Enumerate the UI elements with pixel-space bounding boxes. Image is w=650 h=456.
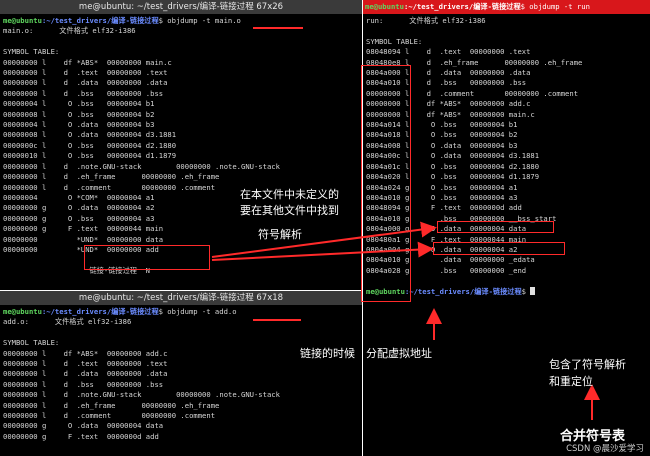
prompt-path: :~/test_drivers/编译-链接过程 [404,286,522,296]
annotation-undefined-1: 在本文件中未定义的 [240,188,339,201]
box-addresses [361,65,411,302]
command-text: $ objdump -t run [520,2,590,11]
terminal-title: me@ubuntu: ~/test_drivers/编译-链接过程 67x18 [78,293,284,303]
prompt-path: :~/test_drivers/编译-链接过程 [41,307,159,316]
box-add-symbol [437,221,554,233]
terminal-output: me@ubuntu:~/test_drivers/编译-链接过程$ objdum… [0,14,362,276]
terminal-add-o[interactable]: me@ubuntu: ~/test_drivers/编译-链接过程 67x18 … [0,291,362,456]
command-text: $ objdump -t main.o [158,16,241,25]
terminal-title: me@ubuntu: ~/test_drivers/编译-链接过程 67x26 [78,2,284,12]
annotation-alloc-vaddr: 分配虚拟地址 [366,347,432,360]
underline-add-o [253,319,301,321]
prompt-path: :~/test_drivers/编译-链接过程 [41,16,159,25]
terminal-title-bar[interactable]: me@ubuntu:~/test_drivers/编译-链接过程$ objdum… [363,0,650,14]
annotation-symbol-resolve: 符号解析 [258,228,302,241]
command-text: $ objdump -t add.o [158,307,237,316]
terminal-title-bar[interactable]: me@ubuntu: ~/test_drivers/编译-链接过程 67x18 [0,291,362,305]
command-text: $ [521,286,531,296]
text-cursor [530,286,536,295]
underline-main-o [253,27,303,29]
annotation-link-time: 链接的时候 [300,347,355,360]
annotation-undefined-2: 要在其他文件中找到 [240,204,339,217]
prompt-user: me@ubuntu [3,16,42,25]
terminal-title-bar[interactable]: me@ubuntu: ~/test_drivers/编译-链接过程 67x26 [0,0,362,14]
annotation-contains-2: 和重定位 [549,375,593,388]
prompt-path: :~/test_drivers/编译-链接过程 [403,2,521,11]
prompt-user: me@ubuntu [365,2,404,11]
symbol-table-text: main.o: 文件格式 elf32-i386 SYMBOL TABLE: 00… [3,26,280,275]
terminal-output: me@ubuntu:~/test_drivers/编译-链接过程$ objdum… [0,305,362,442]
watermark: CSDN @晨沙爱学习 [566,444,644,454]
symbol-table-text: add.o: 文件格式 elf32-i386 SYMBOL TABLE: 000… [3,317,280,441]
box-data-symbol [433,242,565,255]
prompt-user: me@ubuntu [3,307,42,316]
box-undefined-symbols [84,245,210,270]
annotation-contains-1: 包含了符号解析 [549,358,626,371]
